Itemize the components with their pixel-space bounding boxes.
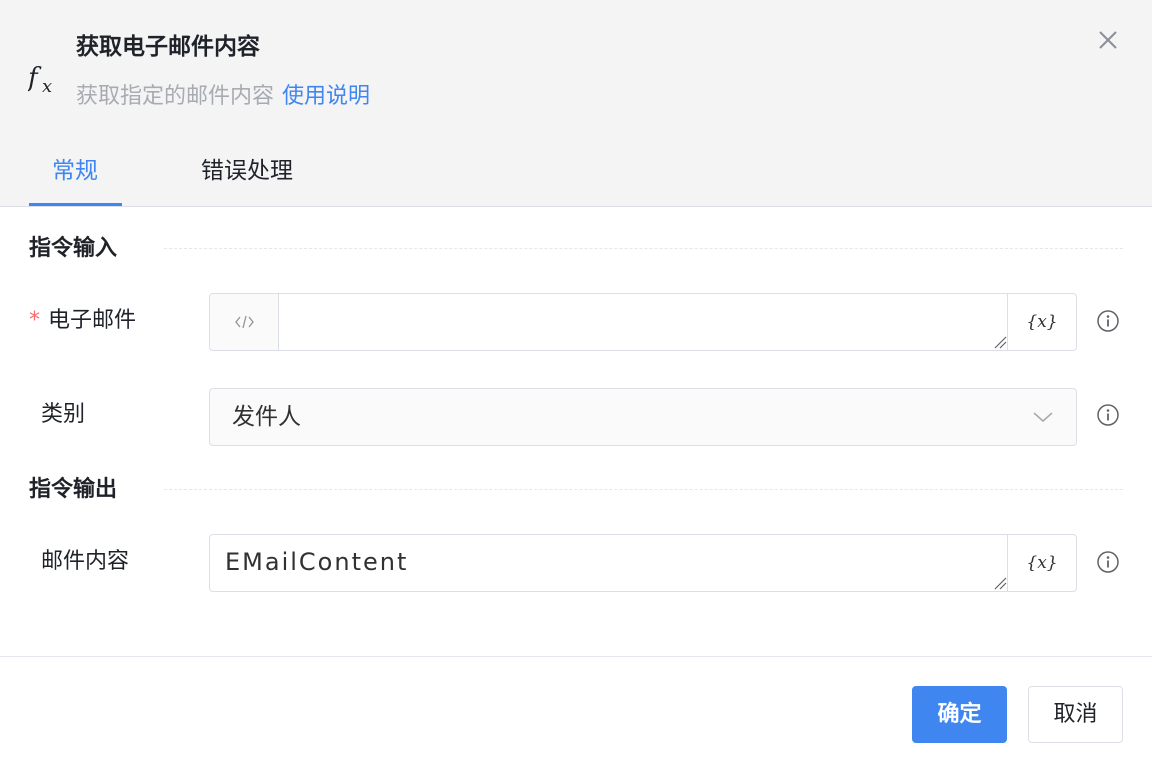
- info-icon[interactable]: [1096, 403, 1120, 427]
- dialog-description: 获取指定的邮件内容 使用说明: [76, 82, 370, 112]
- info-icon[interactable]: [1096, 550, 1120, 574]
- email-content-value: EMailContent: [225, 548, 409, 576]
- dialog-header: f x 获取电子邮件内容 获取指定的邮件内容 使用说明 常规 错误处理: [0, 0, 1152, 207]
- description-text: 获取指定的邮件内容: [76, 84, 275, 109]
- category-selected-value: 发件人: [232, 404, 301, 430]
- code-icon: [235, 315, 254, 329]
- active-tab-indicator: [29, 203, 122, 206]
- dialog-title: 获取电子邮件内容: [76, 34, 260, 60]
- email-field[interactable]: {x}: [209, 293, 1077, 351]
- category-select[interactable]: 发件人: [209, 388, 1077, 446]
- section-divider: [164, 248, 1123, 249]
- tab-error-handling[interactable]: 错误处理: [201, 154, 293, 188]
- section-divider: [164, 489, 1123, 490]
- resize-handle-icon[interactable]: [993, 576, 1007, 590]
- footer-divider: [0, 656, 1152, 657]
- variable-button[interactable]: {x}: [1007, 535, 1076, 591]
- help-link[interactable]: 使用说明: [282, 84, 370, 109]
- email-label-text: 电子邮件: [48, 308, 137, 333]
- chevron-down-icon: [1033, 412, 1053, 423]
- close-icon[interactable]: [1094, 26, 1122, 54]
- resize-handle-icon[interactable]: [993, 335, 1007, 349]
- cancel-button[interactable]: 取消: [1028, 686, 1123, 743]
- confirm-button[interactable]: 确定: [912, 686, 1007, 743]
- svg-text:x: x: [42, 76, 52, 96]
- tab-general[interactable]: 常规: [52, 154, 98, 188]
- required-mark: *: [29, 308, 40, 333]
- info-icon[interactable]: [1096, 309, 1120, 333]
- email-content-field[interactable]: EMailContent {x}: [209, 534, 1077, 592]
- variable-button[interactable]: {x}: [1007, 294, 1076, 350]
- email-field-label: * 电子邮件: [29, 306, 136, 336]
- fx-icon: f x: [28, 63, 52, 96]
- section-title-output: 指令输出: [29, 477, 118, 502]
- email-content-label: 邮件内容: [41, 549, 130, 574]
- section-title-input: 指令输入: [29, 236, 118, 261]
- svg-text:f: f: [28, 63, 42, 93]
- category-label: 类别: [41, 402, 86, 427]
- code-mode-button[interactable]: [210, 294, 279, 350]
